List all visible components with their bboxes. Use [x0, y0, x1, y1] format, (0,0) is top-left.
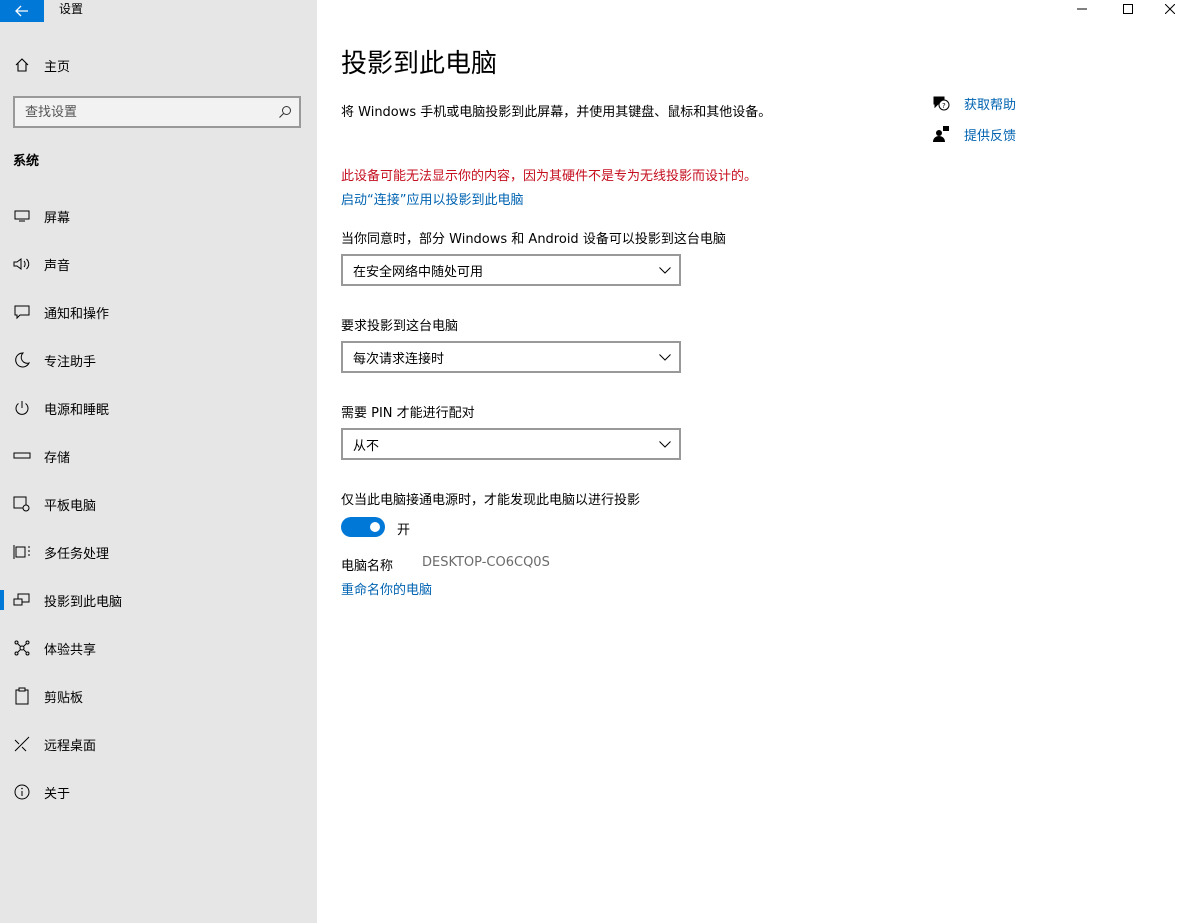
close-button[interactable] [1147, 0, 1193, 18]
dropdown-value: 每次请求连接时 [353, 351, 445, 367]
search-icon[interactable] [271, 105, 299, 119]
sidebar-item-label: 专注助手 [44, 354, 97, 370]
sidebar-item-label: 多任务处理 [44, 546, 110, 562]
sidebar-item-about[interactable]: 关于 [0, 768, 317, 816]
window-title: 设置 [59, 2, 84, 16]
give-feedback-item[interactable]: 提供反馈 [930, 124, 1016, 144]
search-input[interactable] [25, 104, 271, 120]
power-only-label: 仅当此电脑接通电源时，才能发现此电脑以进行投影 [341, 493, 641, 508]
require-pin-label: 需要 PIN 才能进行配对 [341, 406, 475, 421]
minimize-button[interactable] [1059, 0, 1105, 18]
pc-name-label: 电脑名称 [341, 559, 394, 574]
sidebar-item-power[interactable]: 电源和睡眠 [0, 384, 317, 432]
sidebar-item-remote-desktop[interactable]: 远程桌面 [0, 720, 317, 768]
sidebar-item-label: 平板电脑 [44, 498, 97, 514]
ask-to-project-dropdown[interactable]: 每次请求连接时 [341, 341, 681, 373]
toggle-state-label: 开 [397, 523, 411, 538]
storage-icon [12, 446, 32, 466]
require-pin-dropdown[interactable]: 从不 [341, 428, 681, 460]
sidebar-item-multitasking[interactable]: 多任务处理 [0, 528, 317, 576]
ask-to-project-label: 要求投影到这台电脑 [341, 319, 459, 334]
sidebar-item-label: 关于 [44, 786, 71, 802]
help-chat-icon: ? [930, 93, 952, 113]
maximize-icon [1123, 4, 1133, 14]
rename-pc-link[interactable]: 重命名你的电脑 [341, 579, 432, 598]
toggle-knob [370, 522, 380, 532]
sidebar-item-tablet[interactable]: 平板电脑 [0, 480, 317, 528]
moon-icon [12, 350, 32, 370]
get-help-item[interactable]: ? 获取帮助 [930, 93, 1016, 113]
chevron-down-icon [659, 266, 671, 274]
maximize-button[interactable] [1105, 0, 1151, 18]
launch-connect-link[interactable]: 启动“连接”应用以投影到此电脑 [341, 189, 523, 208]
info-icon [12, 782, 32, 802]
clipboard-icon [12, 686, 32, 706]
sidebar-item-focus-assist[interactable]: 专注助手 [0, 336, 317, 384]
sidebar-item-clipboard[interactable]: 剪贴板 [0, 672, 317, 720]
minimize-icon [1077, 8, 1087, 10]
sidebar-nav: 屏幕 声音 通知和操作 专注助手 电源和睡眠 存储 平板电脑 多任务处理 投影到… [0, 192, 317, 816]
sidebar: 设置 主页 系统 屏幕 声音 通知和操作 专注助手 [0, 0, 317, 923]
share-icon [12, 638, 32, 658]
back-button[interactable] [0, 0, 44, 22]
sidebar-item-label: 电源和睡眠 [44, 402, 110, 418]
remote-icon [12, 734, 32, 754]
sidebar-item-storage[interactable]: 存储 [0, 432, 317, 480]
availability-label: 当你同意时，部分 Windows 和 Android 设备可以投影到这台电脑 [341, 232, 726, 247]
power-icon [12, 398, 32, 418]
sidebar-item-label: 投影到此电脑 [44, 594, 123, 610]
svg-text:?: ? [942, 102, 946, 110]
availability-dropdown[interactable]: 在安全网络中随处可用 [341, 254, 681, 286]
tablet-icon [12, 494, 32, 514]
hardware-warning: 此设备可能无法显示你的内容，因为其硬件不是专为无线投影而设计的。 [341, 169, 758, 184]
monitor-icon [12, 206, 32, 226]
give-feedback-link[interactable]: 提供反馈 [964, 125, 1016, 144]
chevron-down-icon [659, 440, 671, 448]
sidebar-item-projecting[interactable]: 投影到此电脑 [0, 576, 317, 624]
dropdown-value: 从不 [353, 438, 380, 454]
home-icon [12, 55, 32, 75]
sidebar-item-notifications[interactable]: 通知和操作 [0, 288, 317, 336]
sidebar-item-label: 主页 [44, 59, 71, 75]
sidebar-item-display[interactable]: 屏幕 [0, 192, 317, 240]
speaker-icon [12, 254, 32, 274]
sidebar-item-shared-experiences[interactable]: 体验共享 [0, 624, 317, 672]
pc-name-value: DESKTOP-CO6CQ0S [422, 555, 550, 570]
sidebar-item-home[interactable]: 主页 [0, 46, 317, 84]
chevron-down-icon [659, 353, 671, 361]
dropdown-value: 在安全网络中随处可用 [353, 264, 484, 280]
multitask-icon [12, 542, 32, 562]
feedback-icon [930, 124, 952, 144]
page-description: 将 Windows 手机或电脑投影到此屏幕，并使用其键盘、鼠标和其他设备。 [341, 105, 772, 120]
close-icon [1165, 4, 1175, 14]
search-box[interactable] [13, 96, 301, 128]
page-title: 投影到此电脑 [341, 49, 498, 79]
get-help-link[interactable]: 获取帮助 [964, 94, 1016, 113]
sidebar-item-label: 剪贴板 [44, 690, 84, 706]
sidebar-item-label: 存储 [44, 450, 71, 466]
sidebar-item-label: 远程桌面 [44, 738, 97, 754]
sidebar-item-label: 声音 [44, 258, 71, 274]
sidebar-item-sound[interactable]: 声音 [0, 240, 317, 288]
notification-icon [12, 302, 32, 322]
sidebar-item-label: 体验共享 [44, 642, 97, 658]
sidebar-item-label: 通知和操作 [44, 306, 110, 322]
sidebar-item-label: 屏幕 [44, 210, 71, 226]
project-icon [12, 590, 32, 610]
section-title: 系统 [13, 154, 40, 169]
power-only-toggle[interactable] [341, 517, 385, 537]
back-arrow-icon [15, 5, 28, 17]
